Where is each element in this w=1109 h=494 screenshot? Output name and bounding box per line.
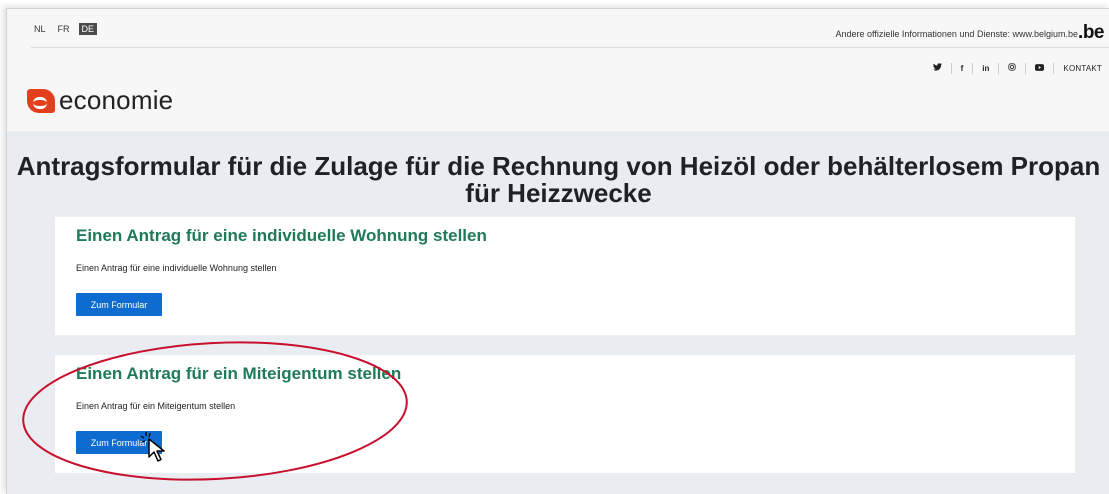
youtube-icon[interactable]: [1026, 63, 1055, 74]
to-form-button-co-ownership[interactable]: Zum Formular: [76, 431, 162, 454]
card-individual-dwelling: Einen Antrag für eine individuelle Wohnu…: [55, 217, 1075, 335]
site-header: NL FR DE Andere offizielle Informationen…: [7, 9, 1109, 131]
card-heading: Einen Antrag für ein Miteigentum stellen: [76, 364, 402, 383]
economie-logo[interactable]: economie: [27, 85, 173, 116]
twitter-icon[interactable]: [924, 63, 952, 74]
lang-nl[interactable]: NL: [31, 23, 49, 35]
page-title: Antragsformular für die Zulage für die R…: [16, 151, 1101, 208]
language-switcher: NL FR DE: [31, 23, 98, 35]
header-divider: [31, 47, 1109, 48]
economie-logo-icon: [27, 88, 55, 113]
card-text: Einen Antrag für ein Miteigentum stellen: [76, 401, 236, 411]
official-info-link[interactable]: Andere offizielle Informationen und Dien…: [836, 29, 1078, 39]
lang-de[interactable]: DE: [78, 23, 98, 35]
logo-text: economie: [59, 85, 174, 115]
belgium-be-logo[interactable]: .be: [1078, 22, 1104, 44]
linkedin-icon[interactable]: in: [973, 63, 1000, 74]
card-text: Einen Antrag für eine individuelle Wohnu…: [76, 263, 277, 273]
card-heading: Einen Antrag für eine individuelle Wohnu…: [76, 226, 487, 245]
social-links: f in KONTAKT: [924, 63, 1102, 74]
card-co-ownership: Einen Antrag für ein Miteigentum stellen…: [55, 355, 1075, 473]
contact-link[interactable]: KONTAKT: [1054, 64, 1102, 73]
main-content: Antragsformular für die Zulage für die R…: [7, 131, 1109, 494]
instagram-icon[interactable]: [999, 63, 1027, 74]
to-form-button-individual[interactable]: Zum Formular: [76, 293, 162, 316]
lang-fr[interactable]: FR: [55, 23, 73, 35]
browser-frame: NL FR DE Andere offizielle Informationen…: [6, 8, 1109, 494]
facebook-icon[interactable]: f: [952, 63, 974, 74]
